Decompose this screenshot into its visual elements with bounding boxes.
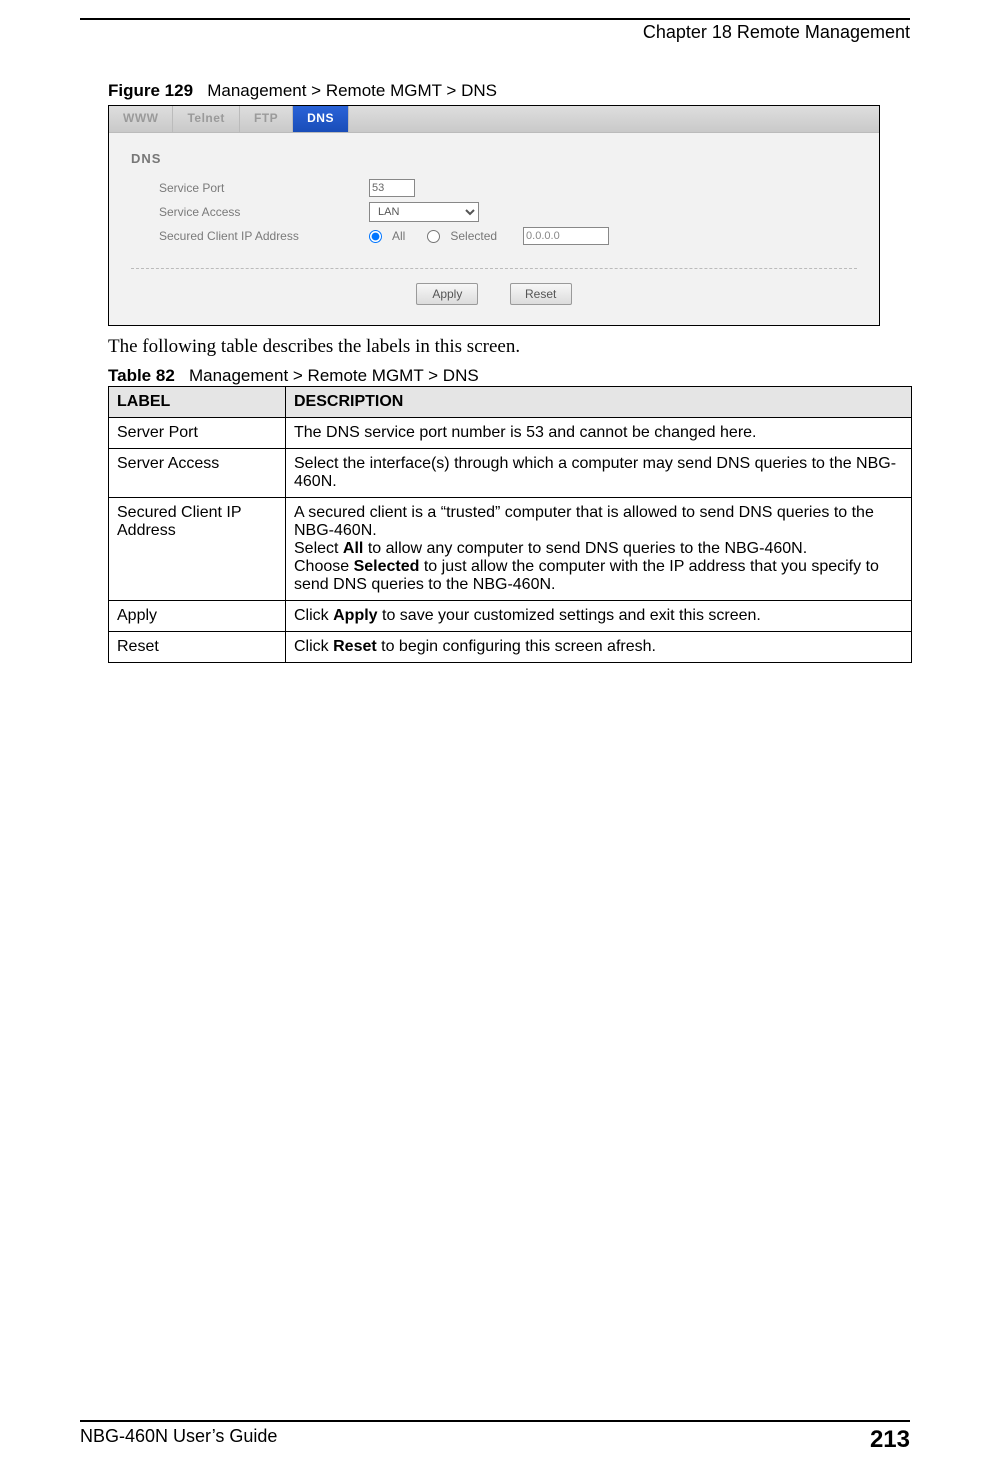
cell-desc: A secured client is a “trusted” computer… <box>286 498 912 601</box>
radio-selected-label: Selected <box>450 229 497 243</box>
desc-bold: All <box>343 540 363 557</box>
intro-paragraph: The following table describes the labels… <box>108 336 910 358</box>
cell-label: Server Port <box>109 418 286 449</box>
description-table: LABEL DESCRIPTION Server Port The DNS se… <box>108 386 912 663</box>
cell-desc: The DNS service port number is 53 and ca… <box>286 418 912 449</box>
cell-label: Server Access <box>109 449 286 498</box>
table-row: Reset Click Reset to begin configuring t… <box>109 632 912 663</box>
label-service-port: Service Port <box>159 181 369 195</box>
figure-caption-text: Management > Remote MGMT > DNS <box>207 81 497 100</box>
reset-button[interactable]: Reset <box>510 283 572 305</box>
footer-guide-title: NBG-460N User’s Guide <box>80 1426 277 1454</box>
figure-label: Figure 129 <box>108 81 193 100</box>
table-caption: Table 82 Management > Remote MGMT > DNS <box>108 366 910 386</box>
cell-label: Secured Client IP Address <box>109 498 286 601</box>
desc-bold: Reset <box>333 638 377 655</box>
cell-desc: Click Apply to save your customized sett… <box>286 601 912 632</box>
table-label: Table 82 <box>108 366 175 385</box>
chapter-header: Chapter 18 Remote Management <box>80 22 910 43</box>
radio-all-label: All <box>392 229 405 243</box>
label-service-access: Service Access <box>159 205 369 219</box>
tab-www[interactable]: WWW <box>109 106 173 132</box>
table-caption-text: Management > Remote MGMT > DNS <box>189 366 479 385</box>
th-label: LABEL <box>109 387 286 418</box>
tab-ftp[interactable]: FTP <box>240 106 293 132</box>
apply-button[interactable]: Apply <box>416 283 478 305</box>
tab-bar: WWW Telnet FTP DNS <box>109 106 879 133</box>
desc-line: to begin configuring this screen afresh. <box>377 638 656 655</box>
remote-mgmt-dns-screenshot: WWW Telnet FTP DNS DNS Service Port Serv… <box>108 105 880 326</box>
table-row: Server Access Select the interface(s) th… <box>109 449 912 498</box>
desc-line: Choose <box>294 558 354 575</box>
cell-label: Reset <box>109 632 286 663</box>
desc-bold: Selected <box>354 558 420 575</box>
cell-desc: Click Reset to begin configuring this sc… <box>286 632 912 663</box>
tab-telnet[interactable]: Telnet <box>173 106 239 132</box>
figure-caption: Figure 129 Management > Remote MGMT > DN… <box>108 81 910 101</box>
footer-page-number: 213 <box>870 1426 910 1454</box>
section-title-dns: DNS <box>131 151 857 166</box>
radio-selected[interactable] <box>427 230 440 243</box>
cell-desc: Select the interface(s) through which a … <box>286 449 912 498</box>
form-divider <box>131 268 857 269</box>
desc-bold: Apply <box>333 607 377 624</box>
cell-label: Apply <box>109 601 286 632</box>
secured-client-ip-input[interactable] <box>523 227 609 245</box>
table-row: Apply Click Apply to save your customize… <box>109 601 912 632</box>
service-access-select[interactable]: LAN <box>369 202 479 222</box>
service-port-input[interactable] <box>369 179 415 197</box>
table-row: Secured Client IP Address A secured clie… <box>109 498 912 601</box>
table-row: Server Port The DNS service port number … <box>109 418 912 449</box>
desc-line: Click <box>294 607 333 624</box>
th-description: DESCRIPTION <box>286 387 912 418</box>
tab-dns[interactable]: DNS <box>293 106 349 132</box>
label-secured-client-ip: Secured Client IP Address <box>159 229 369 243</box>
page-footer: NBG-460N User’s Guide 213 <box>80 1420 910 1454</box>
desc-line: Select <box>294 540 343 557</box>
desc-line: to save your customized settings and exi… <box>378 607 761 624</box>
desc-line: A secured client is a “trusted” computer… <box>294 504 874 539</box>
desc-line: Click <box>294 638 333 655</box>
radio-all[interactable] <box>369 230 382 243</box>
desc-line: to allow any computer to send DNS querie… <box>363 540 807 557</box>
